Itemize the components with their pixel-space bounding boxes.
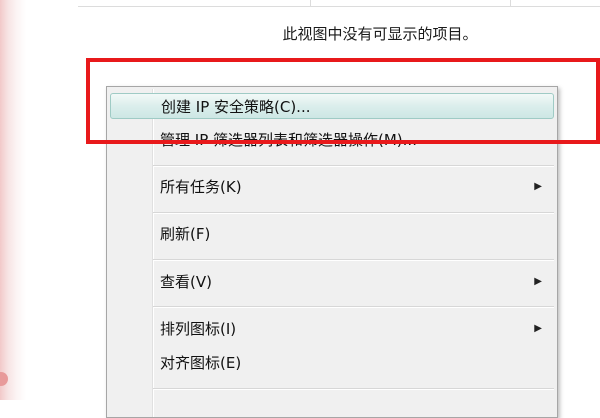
menu-item-label: 刷新(F)	[160, 225, 211, 243]
menu-item-label: 对齐图标(E)	[160, 354, 242, 372]
menu-item-arrange-icons[interactable]: 排列图标(I) ▶	[110, 316, 554, 342]
menu-item-refresh[interactable]: 刷新(F)	[110, 221, 554, 247]
menu-item-label: 查看(V)	[160, 273, 212, 291]
triangle-right-icon: ▶	[534, 181, 542, 192]
left-panel-edge	[0, 0, 26, 400]
column-divider[interactable]	[310, 0, 311, 6]
empty-view-message: 此视图中没有可显示的项目。	[282, 25, 478, 43]
triangle-right-icon: ▶	[534, 276, 542, 287]
menu-item-label: 排列图标(I)	[160, 320, 237, 338]
column-divider[interactable]	[510, 0, 511, 6]
menu-separator	[153, 259, 554, 261]
list-column-header	[78, 0, 600, 7]
menu-item-align-icons[interactable]: 对齐图标(E)	[110, 350, 554, 376]
menu-separator	[153, 388, 554, 390]
menu-separator	[153, 165, 554, 167]
left-edge-marker	[0, 372, 8, 386]
menu-separator	[153, 306, 554, 308]
triangle-right-icon: ▶	[534, 323, 542, 334]
menu-item-label: 所有任务(K)	[160, 178, 242, 196]
menu-item-view[interactable]: 查看(V) ▶	[110, 269, 554, 295]
menu-separator	[153, 212, 554, 214]
annotation-highlight-box	[86, 58, 600, 144]
menu-item-all-tasks[interactable]: 所有任务(K) ▶	[110, 174, 554, 200]
